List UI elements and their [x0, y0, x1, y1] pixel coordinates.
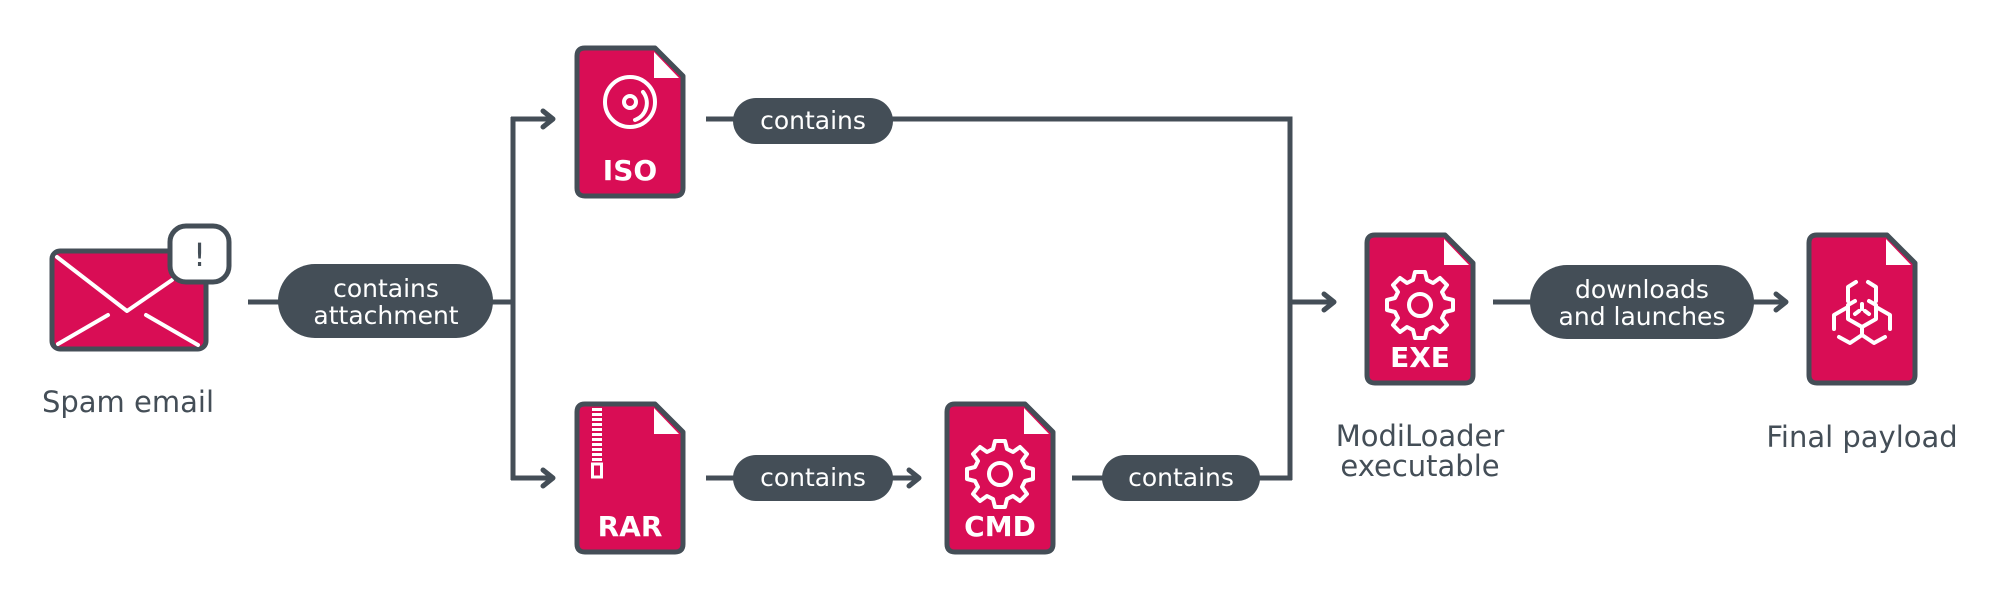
pill-line2: and launches — [1559, 302, 1726, 331]
pill-cmd-contains: contains — [1102, 455, 1260, 501]
pill-rar-contains: contains — [733, 455, 893, 501]
pill-iso-contains: contains — [733, 98, 893, 144]
node-iso: ISO — [574, 45, 686, 199]
pill-contains-attachment: contains attachment — [278, 264, 493, 338]
node-spam-email: ! Spam email — [42, 223, 232, 419]
node-final-payload: Final payload — [1766, 232, 1958, 454]
pill-line2: attachment — [313, 301, 458, 330]
node-rar: RAR — [574, 401, 686, 555]
node-cmd: CMD — [944, 401, 1056, 555]
pill-label: contains — [760, 106, 866, 135]
cmd-label: CMD — [964, 510, 1036, 543]
exe-caption-line1: ModiLoader — [1336, 419, 1505, 453]
rar-label: RAR — [598, 510, 663, 543]
attack-flow-diagram: contains attachment contains contains co… — [42, 45, 1958, 555]
envelope-alert-icon: ! — [49, 223, 232, 352]
pill-line1: contains — [333, 274, 439, 303]
pill-label: contains — [760, 463, 866, 492]
exe-label: EXE — [1390, 341, 1450, 374]
node-exe: EXE ModiLoader executable — [1336, 232, 1505, 483]
pill-downloads-and-launches: downloads and launches — [1530, 265, 1754, 339]
pill-label: contains — [1128, 463, 1234, 492]
pill-line1: downloads — [1575, 275, 1709, 304]
alert-badge-mark: ! — [193, 236, 206, 274]
exe-caption-line2: executable — [1340, 449, 1499, 483]
spam-email-label: Spam email — [42, 385, 214, 419]
payload-caption: Final payload — [1766, 420, 1957, 454]
iso-label: ISO — [603, 154, 657, 187]
